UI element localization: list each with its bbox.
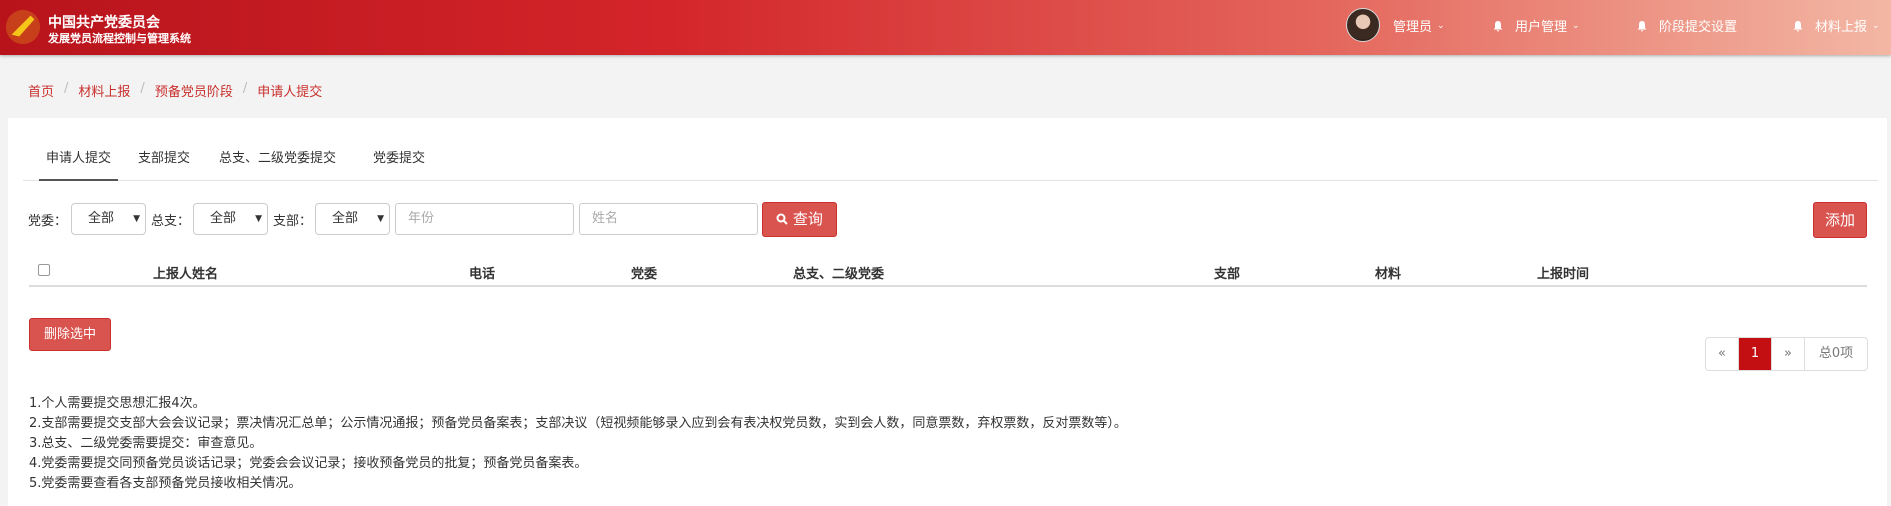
col-phone[interactable]: 电话 bbox=[469, 263, 495, 282]
breadcrumb-separator: / bbox=[242, 81, 248, 96]
branch-select-value: 全部 bbox=[332, 211, 359, 226]
pagination-prev[interactable]: « bbox=[1706, 338, 1739, 370]
nav-user-management-label: 用户管理 bbox=[1515, 20, 1568, 35]
tab-branch-submit[interactable]: 支部提交 bbox=[131, 148, 197, 181]
instruction-line: 5.党委需要查看各支部预备党员接收相关情况。 bbox=[29, 476, 302, 491]
content-panel: 申请人提交 支部提交 总支、二级党委提交 党委提交 党委： 全部 ▼ 总支： 全… bbox=[8, 118, 1887, 506]
caret-down-icon: ▼ bbox=[133, 214, 140, 224]
chevron-down-icon: ⌄ bbox=[1572, 20, 1580, 31]
branch-select[interactable]: 全部 ▼ bbox=[315, 203, 390, 235]
nav-stage-settings-label: 阶段提交设置 bbox=[1659, 20, 1738, 35]
breadcrumb-material-report[interactable]: 材料上报 bbox=[78, 81, 130, 100]
nav-material-report[interactable]: 材料上报 ⌄ bbox=[1792, 16, 1880, 35]
delete-selected-button[interactable]: 删除选中 bbox=[29, 318, 111, 351]
branch-label: 支部： bbox=[273, 214, 313, 229]
nav-admin-label: 管理员 bbox=[1393, 20, 1433, 35]
tab-bar: 申请人提交 支部提交 总支、二级党委提交 党委提交 bbox=[23, 148, 1878, 181]
instructions: 1.个人需要提交思想汇报4次。 2.支部需要提交支部大会会议记录；票决情况汇总单… bbox=[29, 394, 1127, 494]
col-branch[interactable]: 支部 bbox=[1214, 263, 1240, 282]
breadcrumb-probationary-stage[interactable]: 预备党员阶段 bbox=[155, 81, 233, 100]
chevron-down-icon: ⌄ bbox=[1872, 20, 1880, 31]
breadcrumb-separator: / bbox=[64, 81, 69, 96]
bell-icon bbox=[1493, 20, 1503, 31]
col-reporter-name[interactable]: 上报人姓名 bbox=[153, 263, 218, 282]
general-branch-label: 总支： bbox=[151, 214, 191, 229]
instruction-line: 4.党委需要提交同预备党员谈话记录；党委会会议记录；接收预备党员的批复；预备党员… bbox=[29, 456, 588, 471]
general-branch-select[interactable]: 全部 ▼ bbox=[193, 203, 268, 235]
tab-applicant-submit[interactable]: 申请人提交 bbox=[39, 148, 119, 181]
col-report-time[interactable]: 上报时间 bbox=[1537, 263, 1589, 282]
name-input[interactable]: 姓名 bbox=[579, 203, 758, 235]
col-general-branch[interactable]: 总支、二级党委 bbox=[793, 263, 884, 282]
nav-user-management[interactable]: 用户管理 ⌄ bbox=[1492, 16, 1580, 35]
query-button[interactable]: 查询 bbox=[762, 202, 837, 237]
select-all-checkbox[interactable] bbox=[38, 264, 50, 276]
pagination-total: 总0项 bbox=[1818, 346, 1854, 361]
system-title: 中国共产党委员会 bbox=[48, 15, 160, 31]
party-committee-select[interactable]: 全部 ▼ bbox=[71, 203, 146, 235]
tab-party-committee-submit[interactable]: 党委提交 bbox=[366, 148, 432, 181]
add-button[interactable]: 添加 bbox=[1813, 202, 1867, 238]
instruction-line: 3.总支、二级党委需要提交：审查意见。 bbox=[29, 436, 263, 451]
col-party-committee[interactable]: 党委 bbox=[631, 263, 657, 282]
nav-material-report-label: 材料上报 bbox=[1815, 20, 1868, 35]
breadcrumb-home[interactable]: 首页 bbox=[28, 81, 54, 100]
bell-icon bbox=[1637, 20, 1647, 31]
top-header: 中国共产党委员会 发展党员流程控制与管理系统 管理员 ⌄ 用户管理 ⌄ 阶段提交… bbox=[0, 0, 1891, 55]
instruction-line: 1.个人需要提交思想汇报4次。 bbox=[29, 396, 206, 411]
caret-down-icon: ▼ bbox=[377, 214, 384, 224]
party-committee-select-value: 全部 bbox=[88, 211, 115, 226]
pagination: « 1 » 总0项 bbox=[1705, 337, 1868, 371]
tab-general-branch-submit[interactable]: 总支、二级党委提交 bbox=[212, 148, 343, 181]
query-button-label: 查询 bbox=[792, 210, 823, 228]
general-branch-select-value: 全部 bbox=[210, 211, 237, 226]
breadcrumb: 首页 / 材料上报 / 预备党员阶段 / 申请人提交 bbox=[28, 81, 322, 100]
party-emblem-icon bbox=[5, 9, 41, 45]
breadcrumb-current[interactable]: 申请人提交 bbox=[257, 81, 322, 100]
instruction-line: 2.支部需要提交支部大会会议记录；票决情况汇总单；公示情况通报；预备党员备案表；… bbox=[29, 416, 1127, 431]
year-input[interactable]: 年份 bbox=[395, 203, 574, 235]
system-subtitle: 发展党员流程控制与管理系统 bbox=[48, 32, 191, 45]
breadcrumb-separator: / bbox=[140, 81, 145, 96]
pagination-current-page[interactable]: 1 bbox=[1739, 338, 1772, 370]
nav-admin-menu[interactable]: 管理员 ⌄ bbox=[1393, 16, 1445, 35]
pagination-next[interactable]: » bbox=[1772, 338, 1805, 370]
bell-icon bbox=[1793, 20, 1803, 31]
caret-down-icon: ▼ bbox=[255, 214, 262, 224]
chevron-down-icon: ⌄ bbox=[1437, 20, 1445, 31]
avatar[interactable] bbox=[1346, 8, 1380, 42]
party-committee-label: 党委： bbox=[28, 214, 68, 229]
search-icon bbox=[776, 213, 788, 225]
table-header: 上报人姓名 电话 党委 总支、二级党委 支部 材料 上报时间 bbox=[29, 257, 1867, 287]
nav-stage-settings[interactable]: 阶段提交设置 bbox=[1636, 16, 1737, 35]
col-materials[interactable]: 材料 bbox=[1375, 263, 1401, 282]
